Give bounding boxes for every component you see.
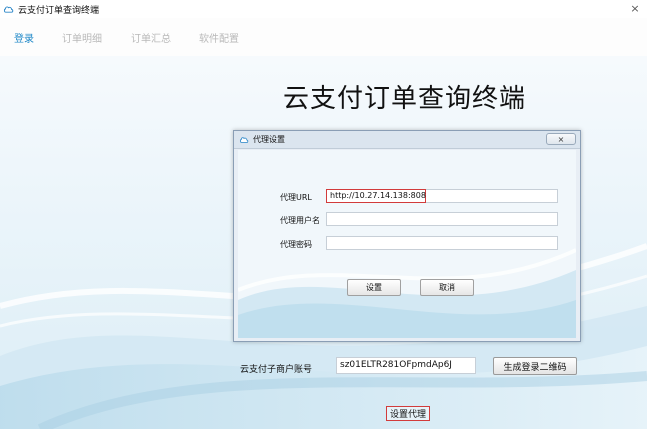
dialog-close-button[interactable]: × — [546, 133, 576, 145]
cloud-icon — [3, 5, 14, 13]
tab-order-summary[interactable]: 订单汇总 — [131, 30, 171, 45]
tab-order-details[interactable]: 订单明细 — [62, 30, 102, 45]
proxy-url-input-extension[interactable] — [426, 189, 558, 203]
proxy-password-label: 代理密码 — [280, 240, 312, 249]
merchant-account-label: 云支付子商户账号 — [240, 365, 313, 375]
merchant-account-input[interactable]: sz01ELTR281OFpmdAp6J — [336, 357, 476, 374]
proxy-username-label: 代理用户名 — [280, 216, 320, 225]
proxy-cancel-button[interactable]: 取消 — [420, 279, 474, 296]
page-title: 云支付订单查询终端 — [283, 84, 527, 114]
cloud-icon — [239, 136, 249, 143]
window-close-button[interactable]: × — [623, 0, 647, 16]
tab-software-config[interactable]: 软件配置 — [199, 30, 239, 45]
window-title-bar: 云支付订单查询终端 × — [0, 0, 647, 18]
window-title: 云支付订单查询终端 — [18, 5, 100, 16]
tab-strip: 登录 订单明细 订单汇总 软件配置 — [0, 18, 647, 56]
tab-login[interactable]: 登录 — [14, 30, 34, 45]
proxy-username-input[interactable] — [326, 212, 558, 226]
proxy-url-input[interactable]: http://10.27.14.138:808 — [326, 189, 426, 203]
generate-login-qr-button[interactable]: 生成登录二维码 — [493, 357, 577, 375]
close-icon: × — [630, 1, 640, 15]
set-proxy-link[interactable]: 设置代理 — [386, 406, 430, 421]
proxy-url-label: 代理URL — [280, 193, 312, 202]
proxy-password-input[interactable] — [326, 236, 558, 250]
dialog-title-bar: 代理设置 × — [234, 131, 580, 149]
proxy-save-button[interactable]: 设置 — [347, 279, 401, 296]
dialog-title: 代理设置 — [253, 135, 285, 144]
close-icon: × — [557, 134, 565, 144]
